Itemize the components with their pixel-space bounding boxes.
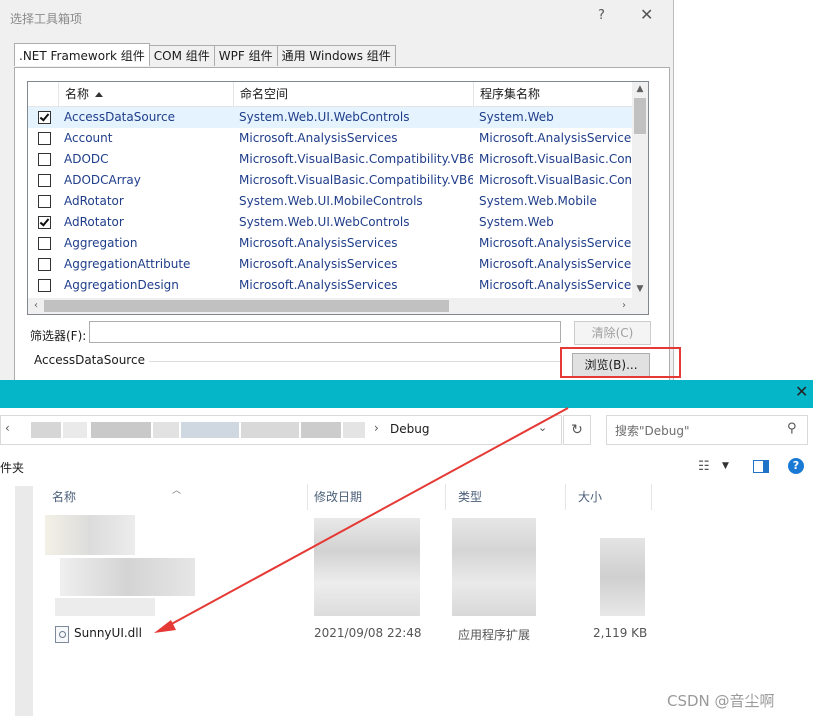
annotation-arrow (154, 407, 569, 633)
tab-net-framework[interactable]: .NET Framework 组件 (14, 43, 150, 66)
watermark: CSDN @音尘啊 (667, 692, 775, 710)
